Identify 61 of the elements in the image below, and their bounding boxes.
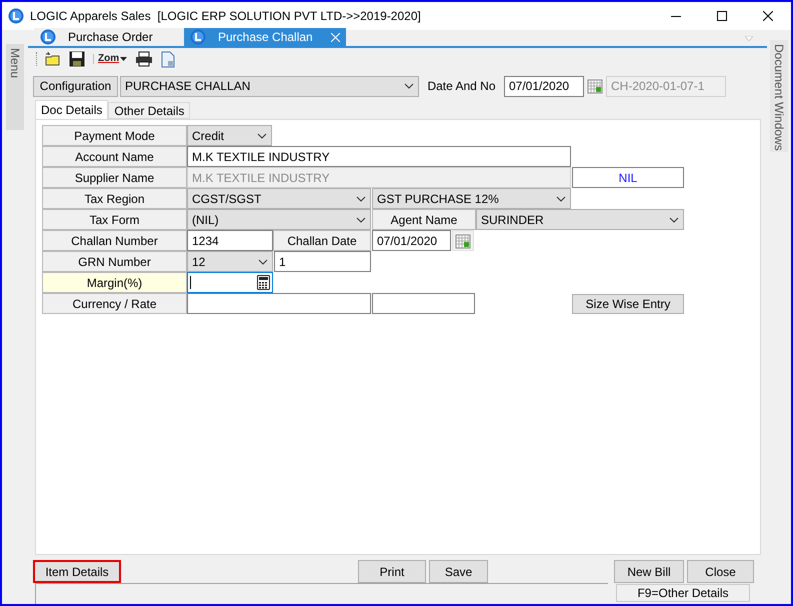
document-windows-side-tab[interactable]: Document Windows [770, 40, 788, 152]
zoom-button[interactable]: Zom [93, 54, 128, 64]
text-field[interactable]: M.K TEXTILE INDUSTRY [187, 146, 571, 167]
dropdown[interactable]: 12 [187, 251, 273, 272]
action-button[interactable]: Close [687, 560, 754, 583]
maximize-icon [717, 11, 727, 21]
text-field[interactable] [372, 293, 475, 314]
shortcut-hint: F9=Other Details [616, 584, 750, 602]
action-button[interactable]: Save [429, 560, 488, 583]
field-label: Challan Date [273, 230, 371, 251]
text-field[interactable] [187, 293, 371, 314]
configuration-button[interactable]: Configuration [33, 76, 118, 96]
text-field[interactable]: 1 [274, 251, 371, 272]
date-and-no-label: Date And No [426, 78, 497, 95]
chevron-down-icon [258, 258, 268, 264]
dropdown[interactable]: CGST/SGST [187, 188, 371, 209]
field-label: Tax Region [42, 188, 187, 209]
chevron-down-icon [356, 216, 366, 222]
dropdown[interactable]: (NIL) [187, 209, 371, 230]
close-icon[interactable] [331, 32, 340, 42]
caret-icon [120, 57, 128, 61]
close-icon [763, 11, 773, 21]
chevron-down-icon [404, 83, 414, 89]
field-label: Challan Number [42, 230, 187, 251]
field-label: Account Name [42, 146, 187, 167]
dropdown[interactable]: Credit [187, 125, 272, 146]
dropdown[interactable]: SURINDER [476, 209, 684, 230]
printer-icon[interactable] [135, 51, 154, 67]
status-field: NIL [572, 167, 684, 188]
number-field[interactable] [187, 272, 273, 293]
chevron-down-icon [556, 196, 566, 202]
menu-side-tab[interactable]: Menu [6, 44, 24, 130]
app-logo-icon [8, 8, 24, 24]
calculator-icon[interactable] [257, 275, 270, 290]
chevron-down-icon [356, 196, 366, 202]
field-label: GRN Number [42, 251, 187, 272]
size-wise-entry-button[interactable]: Size Wise Entry [572, 294, 684, 314]
field-label: Tax Form [42, 209, 187, 230]
chevron-down-icon [257, 132, 267, 138]
section-tab[interactable]: Other Details [108, 102, 190, 119]
field-label: Payment Mode [42, 125, 187, 146]
document-tab[interactable]: Purchase Order [34, 28, 184, 46]
action-button[interactable]: Print [358, 560, 426, 583]
date-field[interactable]: 07/01/2020 [504, 76, 584, 96]
document-icon[interactable] [161, 50, 176, 68]
field-label: Currency / Rate [42, 293, 187, 314]
field-label: Agent Name [372, 209, 476, 230]
document-tab[interactable]: Purchase Challan [184, 28, 346, 46]
text-field[interactable]: 1234 [187, 230, 273, 251]
dropdown[interactable]: GST PURCHASE 12% [372, 188, 571, 209]
section-tab[interactable]: Doc Details [35, 100, 108, 119]
action-button[interactable]: Item Details [33, 560, 121, 583]
action-button[interactable]: New Bill [614, 560, 684, 583]
field-label: Supplier Name [42, 167, 187, 188]
window-title: LOGIC Apparels Sales [LOGIC ERP SOLUTION PVT LTD->>2019-2020] [30, 8, 421, 25]
chevron-down-icon [669, 216, 679, 222]
configuration-dropdown[interactable]: PURCHASE CHALLAN [120, 76, 419, 96]
text-field[interactable]: 07/01/2020 [372, 230, 451, 251]
new-folder-icon[interactable] [45, 51, 61, 67]
field-label: Margin(%) [42, 272, 187, 293]
save-icon[interactable] [69, 51, 85, 67]
